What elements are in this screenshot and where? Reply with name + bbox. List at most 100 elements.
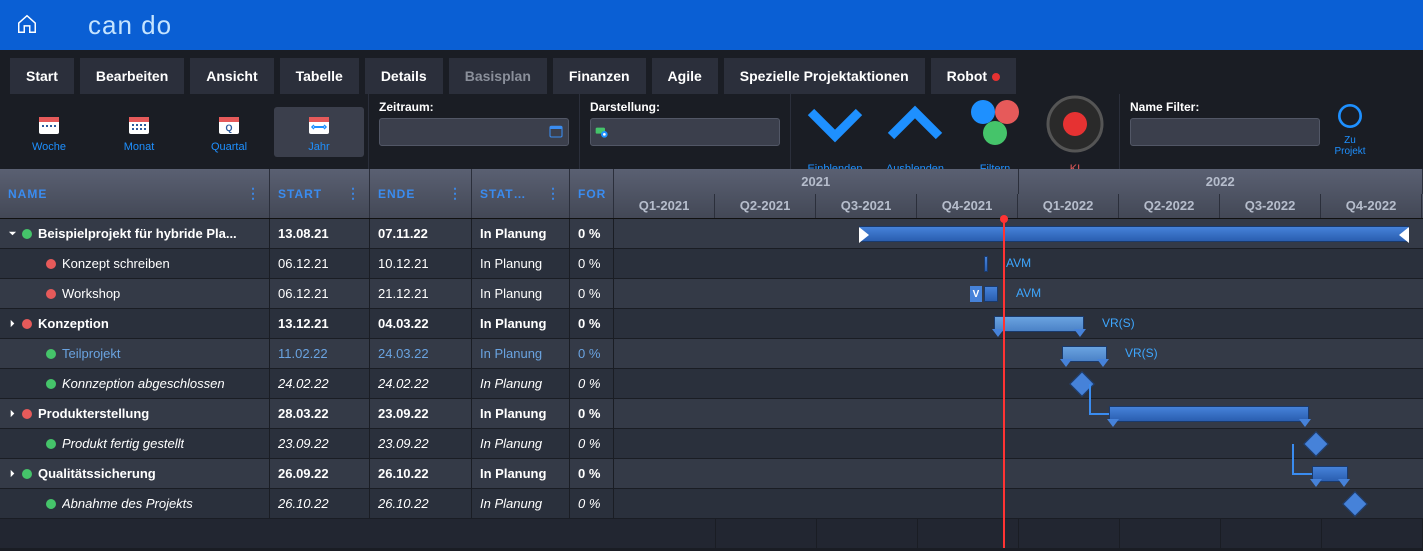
quarter-header[interactable]: Q1-2021 [614, 194, 715, 219]
ki-button[interactable]: KI [1035, 82, 1115, 181]
gantt-row[interactable] [614, 399, 1423, 429]
table-row[interactable]: Produkterstellung28.03.2223.09.22In Plan… [0, 399, 614, 429]
menu-tab-robot[interactable]: Robot [931, 58, 1016, 94]
col-end-header[interactable]: ENDE⋮ [370, 169, 472, 218]
cell-start: 26.09.22 [270, 459, 370, 488]
ausblenden-button[interactable]: Ausblenden [875, 82, 955, 181]
gantt-row[interactable] [614, 489, 1423, 519]
gantt-row[interactable] [614, 459, 1423, 489]
cell-status: In Planung [472, 339, 570, 368]
cell-end: 21.12.21 [370, 279, 472, 308]
einblenden-button[interactable]: Einblenden [795, 82, 875, 181]
col-menu-icon[interactable]: ⋮ [246, 185, 261, 202]
status-dot-icon [46, 289, 56, 299]
col-menu-icon[interactable]: ⋮ [346, 185, 361, 202]
view-quarter-button[interactable]: Q Quartal [184, 107, 274, 157]
cell-end: 10.12.21 [370, 249, 472, 278]
zeitraum-input[interactable] [384, 125, 544, 139]
quarter-header[interactable]: Q2-2022 [1119, 194, 1220, 219]
menu-tab-ansicht[interactable]: Ansicht [190, 58, 273, 94]
eye-icon[interactable] [595, 123, 611, 142]
table-row[interactable]: Workshop06.12.2121.12.21In Planung0 % [0, 279, 614, 309]
calendar-picker-icon[interactable] [548, 123, 564, 142]
gantt-bar[interactable] [984, 286, 998, 302]
milestone-diamond-icon[interactable] [1342, 491, 1367, 516]
name-filter-label: Name Filter: [1130, 100, 1320, 114]
col-start-header[interactable]: START⋮ [270, 169, 370, 218]
status-dot-icon [46, 349, 56, 359]
view-week-button[interactable]: Woche [4, 107, 94, 157]
gantt-row[interactable] [614, 429, 1423, 459]
table-row[interactable]: Konzept schreiben06.12.2110.12.21In Plan… [0, 249, 614, 279]
view-week-label: Woche [6, 141, 92, 153]
quarter-header[interactable]: Q3-2021 [816, 194, 917, 219]
col-progress-header[interactable]: FOR [570, 169, 614, 218]
table-row[interactable]: Konzeption13.12.2104.03.22In Planung0 % [0, 309, 614, 339]
menu-tab-tabelle[interactable]: Tabelle [280, 58, 359, 94]
col-menu-icon[interactable]: ⋮ [448, 185, 463, 202]
view-quarter-label: Quartal [186, 141, 272, 153]
darstellung-input[interactable] [615, 125, 775, 139]
gantt-row[interactable]: VR(S) [614, 309, 1423, 339]
table-row[interactable]: Abnahme des Projekts26.10.2226.10.22In P… [0, 489, 614, 519]
status-dot-icon [46, 439, 56, 449]
cell-start: 13.08.21 [270, 219, 370, 248]
gantt-row[interactable]: VAVM [614, 279, 1423, 309]
menu-tab-spezielle-projektaktionen[interactable]: Spezielle Projektaktionen [724, 58, 925, 94]
gantt-bar[interactable] [1312, 466, 1348, 482]
col-name-header[interactable]: NAME⋮ [0, 169, 270, 218]
gantt-bar[interactable] [984, 256, 988, 272]
table-row[interactable]: Teilprojekt11.02.2224.03.22In Planung0 % [0, 339, 614, 369]
chevron-right-icon[interactable] [8, 316, 18, 331]
table-row[interactable]: Qualitätssicherung26.09.2226.10.22In Pla… [0, 459, 614, 489]
view-year-button[interactable]: Jahr [274, 107, 364, 157]
gantt-row[interactable]: AVM [614, 249, 1423, 279]
quarter-header[interactable]: Q2-2021 [715, 194, 816, 219]
view-month-button[interactable]: Monat [94, 107, 184, 157]
gantt-bar[interactable] [994, 316, 1084, 332]
status-dot-icon [46, 259, 56, 269]
quarter-header[interactable]: Q1-2022 [1018, 194, 1119, 219]
gantt-bar[interactable] [1062, 346, 1107, 362]
menu-tab-agile[interactable]: Agile [652, 58, 718, 94]
col-status-header[interactable]: STAT…⋮ [472, 169, 570, 218]
col-menu-icon[interactable]: ⋮ [546, 185, 561, 202]
cell-start: 13.12.21 [270, 309, 370, 338]
table-row[interactable]: Konnzeption abgeschlossen24.02.2224.02.2… [0, 369, 614, 399]
task-name: Beispielprojekt für hybride Pla... [38, 226, 237, 241]
cell-fort: 0 % [570, 339, 614, 368]
gantt-row[interactable]: VR... [614, 219, 1423, 249]
app-logo: can do [88, 10, 172, 41]
name-filter-input[interactable] [1135, 125, 1315, 139]
cell-status: In Planung [472, 399, 570, 428]
cell-end: 23.09.22 [370, 399, 472, 428]
gantt-row[interactable] [614, 369, 1423, 399]
gantt-bar[interactable] [1109, 406, 1309, 422]
menu-tab-details[interactable]: Details [365, 58, 443, 94]
status-dot-icon [22, 469, 32, 479]
milestone-diamond-icon[interactable] [1303, 431, 1328, 456]
task-name: Teilprojekt [62, 346, 121, 361]
menu-tab-bearbeiten[interactable]: Bearbeiten [80, 58, 184, 94]
gantt-row[interactable]: VR(S) [614, 339, 1423, 369]
cell-start: 06.12.21 [270, 279, 370, 308]
table-row[interactable]: Produkt fertig gestellt23.09.2223.09.22I… [0, 429, 614, 459]
zu-projekt-button[interactable]: Zu Projekt [1330, 94, 1370, 169]
menu-tab-basisplan[interactable]: Basisplan [449, 58, 547, 94]
gantt-chart[interactable]: 20212022 Q1-2021Q2-2021Q3-2021Q4-2021Q1-… [614, 169, 1423, 548]
menu-tab-start[interactable]: Start [10, 58, 74, 94]
filter-button[interactable]: Filtern [955, 82, 1035, 181]
chevron-right-icon[interactable] [8, 406, 18, 421]
chevron-down-icon[interactable] [8, 226, 18, 241]
cell-fort: 0 % [570, 219, 614, 248]
gantt-bar[interactable] [859, 226, 1409, 242]
zeitraum-label: Zeitraum: [379, 100, 569, 114]
menu-tab-finanzen[interactable]: Finanzen [553, 58, 646, 94]
robot-status-dot-icon [992, 73, 1000, 81]
quarter-header[interactable]: Q4-2022 [1321, 194, 1422, 219]
table-row[interactable]: Beispielprojekt für hybride Pla... 13.08.… [0, 219, 614, 249]
zu-projekt-label: Zu Projekt [1334, 135, 1366, 157]
chevron-right-icon[interactable] [8, 466, 18, 481]
home-icon[interactable] [16, 13, 38, 38]
quarter-header[interactable]: Q3-2022 [1220, 194, 1321, 219]
